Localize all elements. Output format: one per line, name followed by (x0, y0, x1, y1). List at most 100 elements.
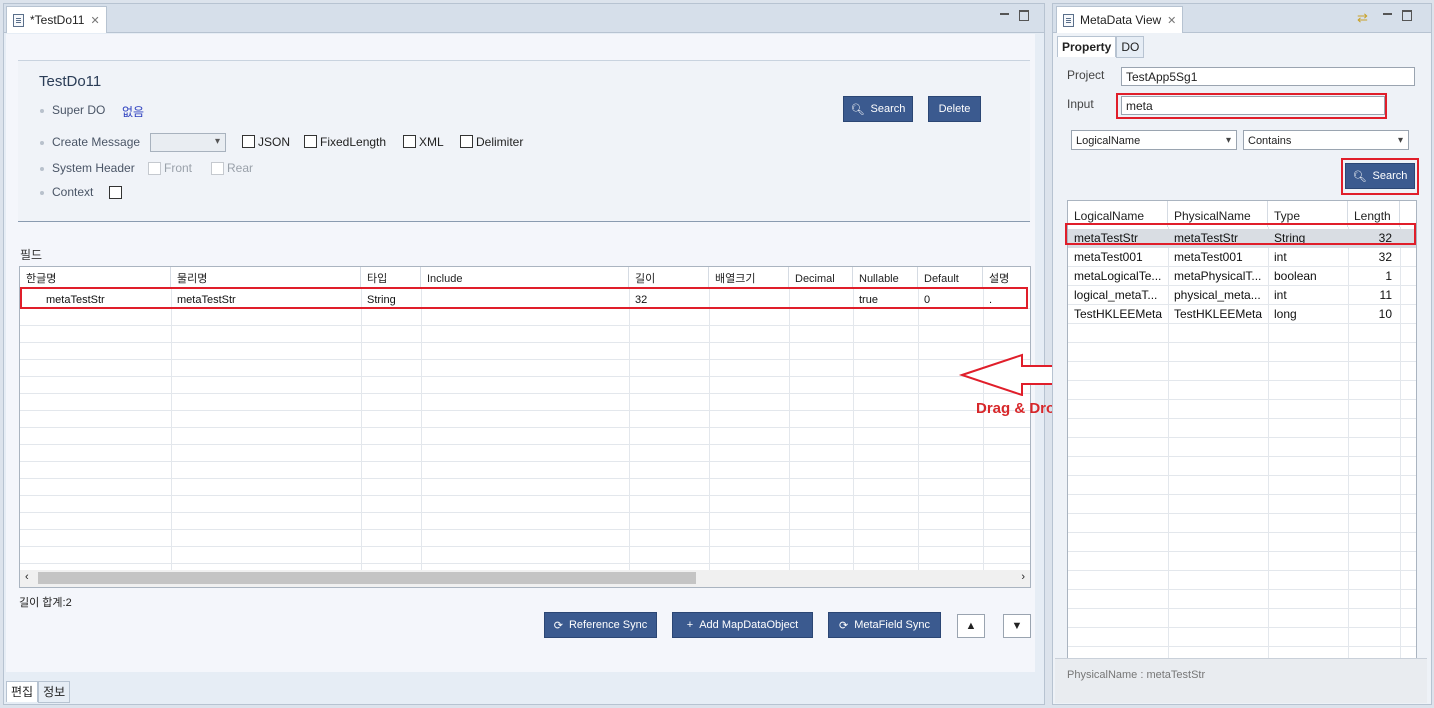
add-mapdataobject-button[interactable]: + Add MapDataObject (672, 612, 813, 638)
fixedlength-checkbox[interactable] (304, 135, 317, 148)
grid-line (1068, 570, 1416, 571)
move-down-button[interactable]: ▼ (1003, 614, 1031, 638)
editor-tabbar: *TestDo11 ✕ (4, 4, 1044, 33)
search-button[interactable]: 🔍︎ Search (843, 96, 913, 122)
move-up-button[interactable]: ▲ (957, 614, 985, 638)
delete-button[interactable]: Delete (928, 96, 981, 122)
arrow-up-icon: ▲ (965, 620, 977, 632)
cell-type[interactable]: int (1268, 286, 1348, 305)
cell-logicalname[interactable]: logical_metaT... (1068, 286, 1168, 305)
column-header-nullable[interactable]: Nullable (853, 267, 918, 287)
json-checkbox[interactable] (242, 135, 255, 148)
context-checkbox[interactable] (109, 186, 122, 199)
grid-line (918, 287, 919, 571)
sync-icon: ⟳ (838, 619, 849, 632)
maximize-icon[interactable] (1402, 10, 1412, 21)
do-form-panel: TestDo11 Super DO 없음 Create Message ▾ JS… (18, 60, 1030, 222)
cell-physicalname[interactable]: metaPhysicalT... (1168, 267, 1268, 286)
delete-button-label: Delete (938, 103, 971, 115)
project-field[interactable]: TestApp5Sg1 (1121, 67, 1415, 86)
sync-icon: ⟳ (553, 619, 563, 632)
cell-type[interactable]: boolean (1268, 267, 1348, 286)
link-icon[interactable]: ⇄ (1357, 10, 1368, 26)
filter-mode-select[interactable]: Contains ▾ (1243, 130, 1409, 150)
column-header-default[interactable]: Default (918, 267, 983, 287)
create-message-select[interactable]: ▾ (150, 133, 226, 152)
meta-subtabs: Property DO (1057, 36, 1145, 58)
cell-length[interactable]: 1 (1348, 267, 1400, 286)
meta-tabbar: MetaData View ✕ ⇄ (1053, 4, 1431, 33)
column-header-decimal[interactable]: Decimal (789, 267, 853, 287)
context-label: Context (52, 185, 94, 199)
column-header-type[interactable]: 타입 (361, 267, 421, 287)
tab-edit[interactable]: 편집 (6, 681, 39, 702)
horizontal-scrollbar[interactable]: ‹ › (19, 570, 1031, 588)
cell-logicalname[interactable]: metaLogicalTe... (1068, 267, 1168, 286)
delimiter-checkbox[interactable] (460, 135, 473, 148)
scroll-left-icon[interactable]: ‹ (25, 571, 29, 583)
xml-label: XML (419, 135, 444, 149)
metafield-sync-label: MetaField Sync (854, 619, 931, 631)
editor-tab[interactable]: *TestDo11 ✕ (6, 6, 107, 33)
filter-field-select[interactable]: LogicalName ▾ (1071, 130, 1237, 150)
rear-label: Rear (227, 161, 254, 175)
tab-property[interactable]: Property (1057, 36, 1117, 57)
cell-type[interactable]: long (1268, 305, 1348, 324)
grid-line (983, 287, 984, 571)
document-icon (1063, 13, 1074, 27)
column-header-length[interactable]: 길이 (629, 267, 709, 287)
grid-line (1068, 532, 1416, 533)
metadata-table: LogicalName PhysicalName Type Length met… (1067, 200, 1417, 660)
super-do-value[interactable]: 없음 (122, 103, 144, 120)
grid-line (1068, 437, 1416, 438)
minimize-icon[interactable] (1383, 10, 1392, 19)
grid-line (1068, 342, 1416, 343)
tab-do[interactable]: DO (1116, 36, 1145, 58)
arrow-down-icon: ▼ (1011, 620, 1023, 632)
maximize-icon[interactable] (1019, 10, 1029, 21)
cell-length[interactable]: 11 (1348, 286, 1400, 305)
cell-physicalname[interactable]: TestHKLEEMeta (1168, 305, 1268, 324)
minimize-icon[interactable] (1000, 10, 1009, 19)
cell-logicalname[interactable]: TestHKLEEMeta (1068, 305, 1168, 324)
cell-type[interactable]: int (1268, 248, 1348, 267)
close-icon[interactable]: ✕ (90, 14, 99, 27)
fixedlength-label: FixedLength (320, 135, 387, 149)
system-header-label: System Header (52, 161, 135, 175)
filter-field-value: LogicalName (1076, 135, 1141, 147)
rear-checkbox[interactable] (211, 162, 224, 175)
bullet-icon (40, 109, 44, 113)
xml-checkbox[interactable] (403, 135, 416, 148)
grid-line (1068, 513, 1416, 514)
column-header-pname[interactable]: 물리명 (171, 267, 361, 287)
grid-line (1068, 646, 1416, 647)
close-icon[interactable]: ✕ (1167, 14, 1176, 27)
chevron-down-icon: ▾ (214, 136, 220, 147)
column-header-kname[interactable]: 한글명 (20, 267, 171, 287)
chevron-down-icon: ▾ (1397, 135, 1403, 146)
front-checkbox[interactable] (148, 162, 161, 175)
cell-physicalname[interactable]: metaTest001 (1168, 248, 1268, 267)
fields-section-label: 필드 (20, 248, 43, 262)
cell-length[interactable]: 32 (1348, 248, 1400, 267)
metadata-view-tab[interactable]: MetaData View ✕ (1056, 6, 1184, 33)
chevron-down-icon: ▾ (1225, 135, 1231, 146)
column-header-include[interactable]: Include (421, 267, 629, 287)
cell-physicalname[interactable]: physical_meta... (1168, 286, 1268, 305)
cell-logicalname[interactable]: metaTest001 (1068, 248, 1168, 267)
json-label: JSON (258, 135, 291, 149)
cell-length[interactable]: 10 (1348, 305, 1400, 324)
column-header-array[interactable]: 배열크기 (709, 267, 789, 287)
scroll-right-icon[interactable]: › (1021, 571, 1025, 583)
meta-window-controls (1383, 10, 1412, 21)
scrollbar-thumb[interactable] (38, 572, 696, 584)
do-title: TestDo11 (39, 73, 102, 90)
metafield-sync-button[interactable]: ⟳ MetaField Sync (828, 612, 941, 638)
grid-line (853, 287, 854, 571)
column-header-desc[interactable]: 설명 (983, 267, 1030, 287)
reference-sync-button[interactable]: ⟳ Reference Sync (544, 612, 657, 638)
bullet-icon (40, 191, 44, 195)
tab-info[interactable]: 정보 (38, 681, 71, 703)
search-icon: 🔍︎ (850, 103, 865, 116)
editor-tab-title: *TestDo11 (30, 13, 85, 27)
